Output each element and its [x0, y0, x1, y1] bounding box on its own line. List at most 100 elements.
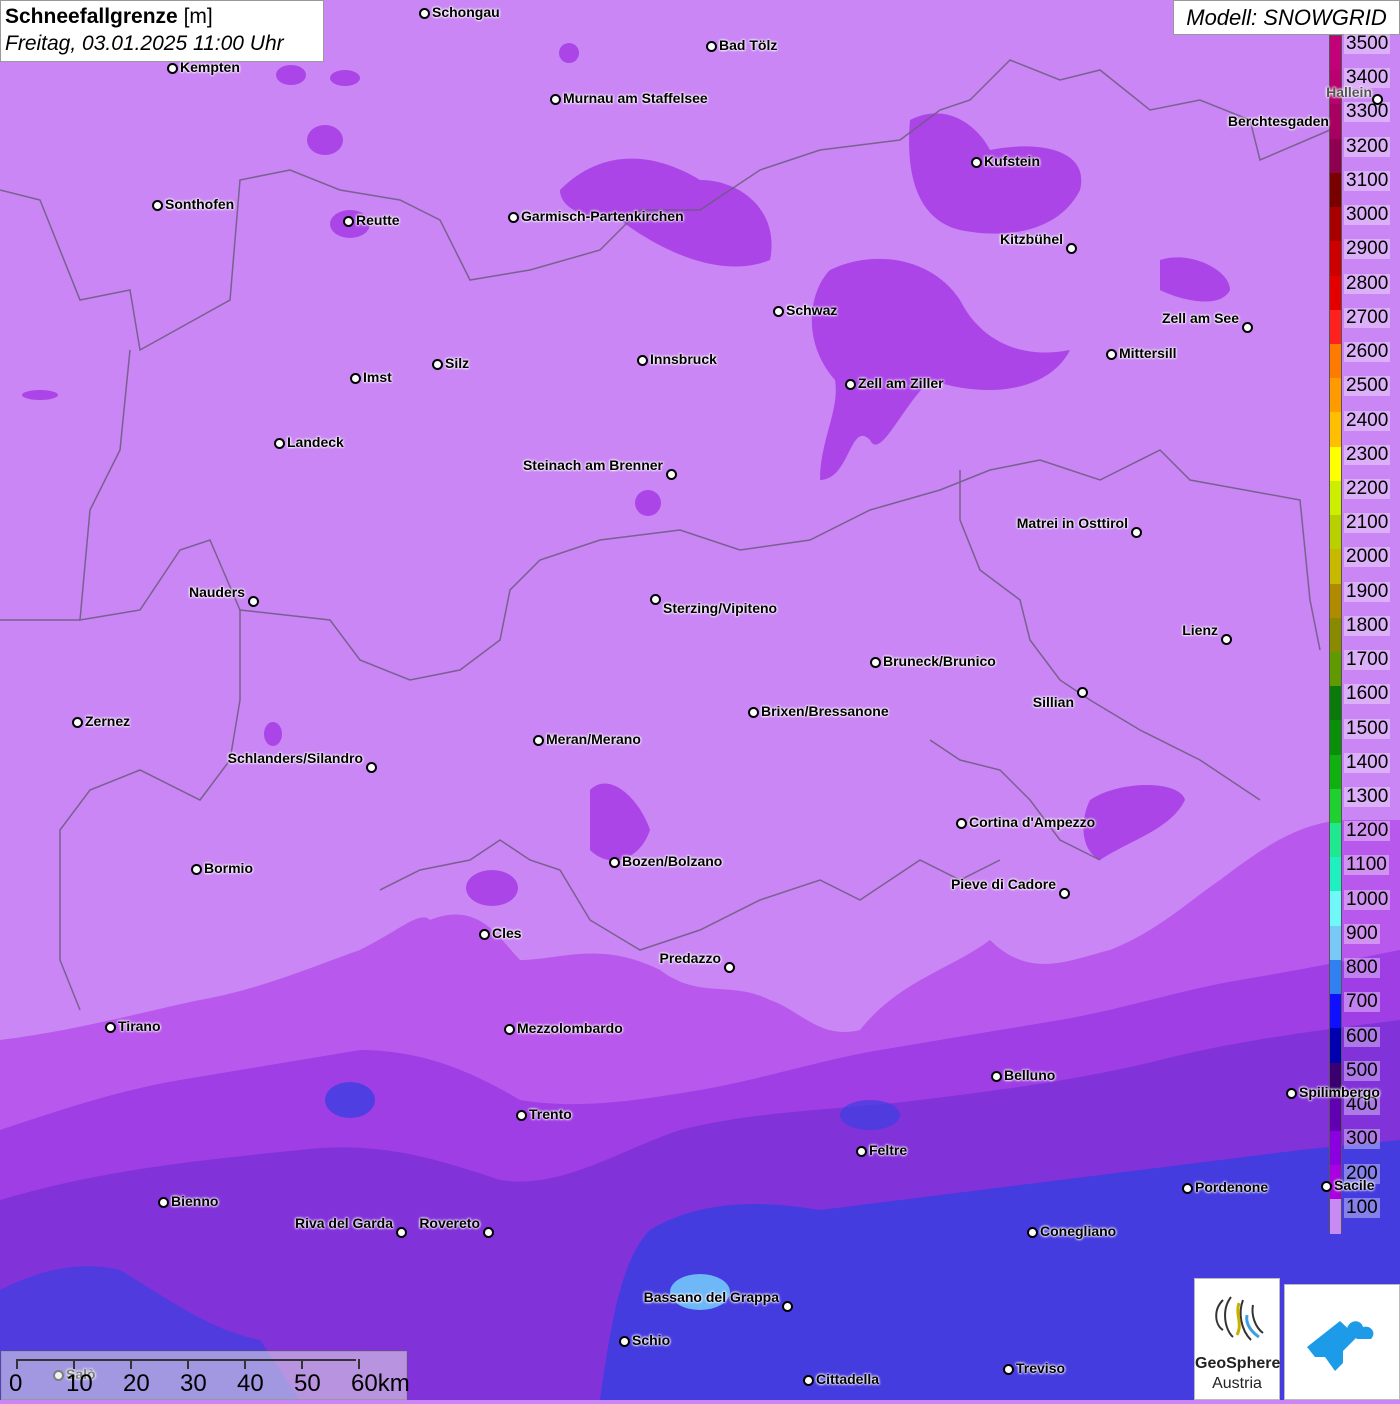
city-label: Feltre — [869, 1142, 908, 1158]
scale-tick — [130, 1359, 132, 1369]
city-label: Mittersill — [1119, 345, 1177, 361]
scale-tick — [358, 1359, 360, 1369]
city-marker-icon — [167, 63, 178, 74]
city-marker-icon — [650, 594, 661, 605]
legend-label: 1400 — [1344, 751, 1391, 773]
legend-color-segment — [1330, 515, 1341, 550]
legend-label: 2300 — [1344, 443, 1391, 465]
city-label: Schio — [632, 1332, 671, 1348]
city-marker-icon — [971, 157, 982, 168]
city-marker-icon — [105, 1022, 116, 1033]
city-label: Treviso — [1016, 1360, 1066, 1376]
scale-tick — [187, 1359, 189, 1369]
legend-color-segment — [1330, 104, 1341, 139]
city-label: Schongau — [432, 4, 500, 20]
scale-label: 60km — [351, 1370, 410, 1397]
legend-color-segment — [1330, 480, 1341, 516]
city-marker-icon — [748, 707, 759, 718]
color-legend: 3500 3400 3300 3200 3100 3000 2900 2800 2700 2600… — [1329, 33, 1400, 1235]
legend-color-segment — [1330, 925, 1341, 960]
city-label: Kempten — [180, 59, 240, 75]
scale-label: 0 — [9, 1370, 23, 1397]
city-label: Pordenone — [1195, 1179, 1269, 1195]
legend-label: 500 — [1344, 1059, 1380, 1081]
city-label: Garmisch-Partenkirchen — [521, 208, 684, 224]
legend-color-segment — [1330, 720, 1341, 755]
city-label: Reutte — [356, 212, 400, 228]
legend-label: 800 — [1344, 957, 1380, 979]
legend-color-segment — [1330, 686, 1341, 721]
geosphere-logo: GeoSphere Austria — [1194, 1278, 1280, 1400]
legend-label: 1200 — [1344, 820, 1391, 842]
legend-color-segment — [1330, 1131, 1341, 1166]
city-label: Meran/Merano — [546, 731, 641, 747]
scale-label: 30 — [180, 1370, 207, 1397]
app-logo — [1284, 1284, 1400, 1400]
legend-color-segment — [1330, 275, 1341, 310]
city-marker-icon — [619, 1336, 630, 1347]
city-marker-icon — [1027, 1227, 1038, 1238]
city-marker-icon — [191, 864, 202, 875]
legend-color-segment — [1330, 959, 1341, 995]
city-label: Cittadella — [816, 1371, 880, 1387]
scale-bar: 0 10 20 30 40 50 60km — [1, 1351, 410, 1400]
legend-color-segment — [1330, 788, 1341, 824]
legend-label: 2400 — [1344, 409, 1391, 431]
city-marker-icon — [956, 818, 967, 829]
legend-label: 2500 — [1344, 375, 1391, 397]
model-label: Modell: SNOWGRID — [1173, 0, 1400, 35]
city-label: Kitzbühel — [1000, 231, 1063, 247]
legend-label: 1500 — [1344, 717, 1391, 739]
legend-color-segment — [1330, 617, 1341, 652]
city-marker-icon — [483, 1227, 494, 1238]
legend-color-segment — [1330, 241, 1341, 276]
city-marker-icon — [609, 857, 620, 868]
legend-label: 2700 — [1344, 306, 1391, 328]
logo-subname: Austria — [1212, 1375, 1262, 1392]
scale-tick — [73, 1359, 75, 1369]
city-marker-icon — [666, 469, 677, 480]
legend-color-segment — [1330, 36, 1341, 71]
legend-color-segment — [1330, 343, 1341, 379]
city-marker-icon — [248, 596, 259, 607]
city-marker-icon — [870, 657, 881, 668]
legend-label: 300 — [1344, 1128, 1380, 1150]
city-label: Spilimbergo — [1299, 1084, 1380, 1100]
city-marker-icon — [479, 929, 490, 940]
city-marker-icon — [158, 1197, 169, 1208]
city-marker-icon — [991, 1071, 1002, 1082]
city-label: Imst — [363, 369, 392, 385]
legend-label: 1900 — [1344, 580, 1391, 602]
city-label: Murnau am Staffelsee — [563, 90, 708, 106]
city-marker-icon — [782, 1301, 793, 1312]
city-label: Zell am Ziller — [858, 375, 944, 391]
legend-label: 2100 — [1344, 512, 1391, 534]
scale-tick — [16, 1359, 18, 1369]
legend-label: 1700 — [1344, 649, 1391, 671]
logo-name: GeoSphere — [1195, 1355, 1281, 1372]
legend-label: 3100 — [1344, 169, 1391, 191]
city-label: Sacile — [1334, 1177, 1375, 1193]
city-label: Innsbruck — [650, 351, 717, 367]
city-label: Schlanders/Silandro — [227, 750, 363, 766]
legend-colorbar — [1329, 35, 1342, 1234]
map-title: Schneefallgrenze [m] — [5, 5, 213, 28]
legend-label: 3500 — [1344, 33, 1391, 54]
city-label: Cles — [492, 925, 522, 941]
legend-label: 1800 — [1344, 614, 1391, 636]
city-label: Steinach am Brenner — [522, 457, 663, 473]
city-marker-icon — [1077, 687, 1088, 698]
legend-label: 3300 — [1344, 101, 1391, 123]
scale-label: 50 — [294, 1370, 321, 1397]
city-marker-icon — [419, 8, 430, 19]
city-label: Bozen/Bolzano — [622, 853, 723, 869]
geosphere-emblem-icon — [1215, 1296, 1264, 1341]
legend-label: 900 — [1344, 922, 1380, 944]
legend-color-segment — [1330, 172, 1341, 208]
legend-color-segment — [1330, 583, 1341, 618]
scale-line — [16, 1359, 356, 1361]
legend-color-segment — [1330, 994, 1341, 1029]
legend-color-segment — [1330, 309, 1341, 344]
city-marker-icon — [550, 94, 561, 105]
city-marker-icon — [1221, 634, 1232, 645]
